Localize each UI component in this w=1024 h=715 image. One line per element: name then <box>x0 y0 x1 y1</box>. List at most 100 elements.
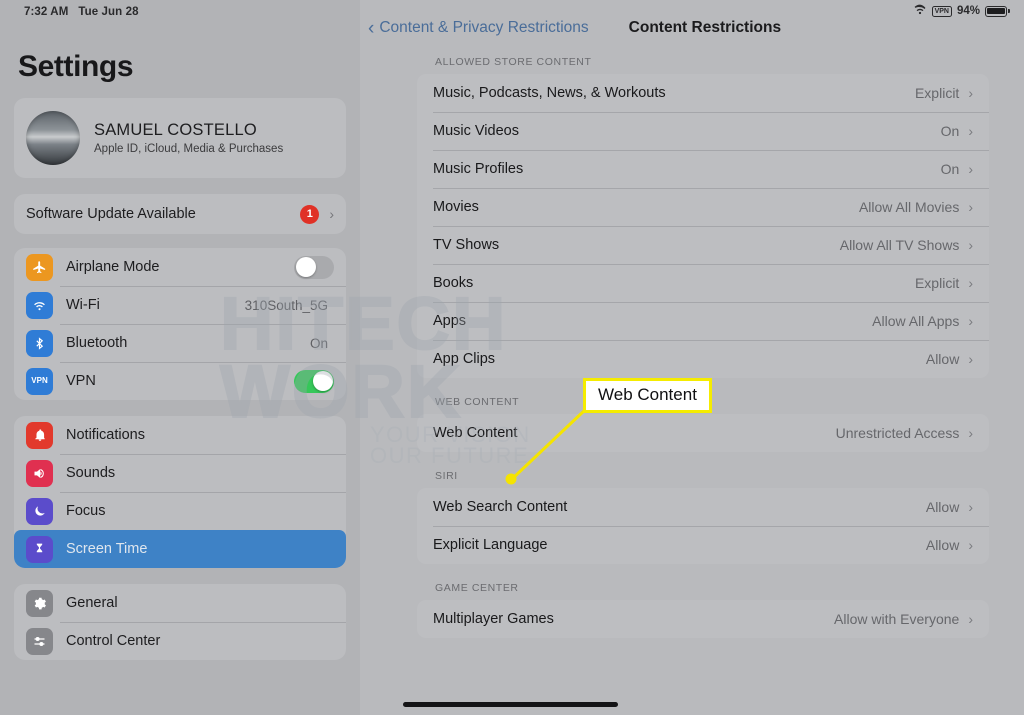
sidebar-group-system: Notifications Sounds Focus Screen Time <box>14 416 346 568</box>
table-row[interactable]: Music Videos On › <box>417 112 989 150</box>
table-row[interactable]: Multiplayer Games Allow with Everyone › <box>417 600 989 638</box>
chevron-left-icon: ‹ <box>368 17 375 39</box>
table-row[interactable]: App Clips Allow › <box>417 340 989 378</box>
sidebar-item-label: Bluetooth <box>66 335 128 351</box>
row-label: App Clips <box>433 351 496 367</box>
back-button-label: Content & Privacy Restrictions <box>379 19 589 36</box>
speaker-icon <box>26 459 53 487</box>
control-center-icon <box>26 627 53 655</box>
gear-icon <box>26 589 53 617</box>
callout-web-content: Web Content <box>583 378 712 413</box>
row-value: Allow All Apps <box>872 313 960 329</box>
table-row[interactable]: TV Shows Allow All TV Shows › <box>417 226 989 264</box>
apple-id-card[interactable]: SAMUEL COSTELLO Apple ID, iCloud, Media … <box>14 98 346 178</box>
sidebar-item-label: Screen Time <box>66 541 148 557</box>
wifi-network-value: 310South_5G <box>244 297 328 313</box>
row-label: Movies <box>433 199 479 215</box>
row-value: Explicit <box>914 85 960 101</box>
sidebar-item-label: Sounds <box>66 465 116 481</box>
chevron-right-icon: › <box>968 611 973 627</box>
vpn-toggle[interactable] <box>294 369 334 393</box>
row-label: Music Profiles <box>433 161 524 177</box>
chevron-right-icon: › <box>968 123 973 139</box>
table-row[interactable]: Web Search Content Allow › <box>417 488 989 526</box>
row-value: On <box>940 161 960 177</box>
chevron-right-icon: › <box>968 199 973 215</box>
page-title: Settings <box>18 50 134 83</box>
software-update-label: Software Update Available <box>26 206 196 222</box>
vpn-icon: VPN <box>26 367 53 395</box>
status-bar-right: VPN 94% <box>913 4 1010 18</box>
sidebar-item-general[interactable]: General <box>14 584 346 622</box>
sidebar-item-sounds[interactable]: Sounds <box>14 454 346 492</box>
sidebar-item-control-center[interactable]: Control Center <box>14 622 346 660</box>
status-badge: 1 <box>300 204 320 224</box>
row-value: On <box>940 123 960 139</box>
sidebar-item-focus[interactable]: Focus <box>14 492 346 530</box>
table-row[interactable]: Movies Allow All Movies › <box>417 188 989 226</box>
row-value: Allow <box>925 351 960 367</box>
chevron-right-icon: › <box>968 313 973 329</box>
sidebar-item-label: Airplane Mode <box>66 259 160 275</box>
profile-name: SAMUEL COSTELLO <box>94 121 257 139</box>
battery-icon <box>985 5 1010 17</box>
table-row-web-content[interactable]: Web Content Unrestricted Access › <box>417 414 989 452</box>
chevron-right-icon: › <box>968 85 973 101</box>
status-date: Tue Jun 28 <box>78 6 139 18</box>
section-header-game-center: GAME CENTER <box>435 582 519 594</box>
sidebar-item-notifications[interactable]: Notifications <box>14 416 346 454</box>
content-restrictions-pane: VPN 94% ‹ Content & Privacy Restrictions… <box>360 0 1024 715</box>
sidebar-item-label: VPN <box>66 373 96 389</box>
status-bar: 7:32 AM Tue Jun 28 <box>14 0 346 24</box>
sidebar-item-vpn[interactable]: VPN VPN <box>14 362 346 400</box>
sidebar-item-bluetooth[interactable]: Bluetooth On <box>14 324 346 362</box>
vpn-badge: VPN <box>931 5 952 17</box>
callout-label: Web Content <box>598 385 697 404</box>
airplane-icon <box>26 253 53 281</box>
sidebar-item-screen-time[interactable]: Screen Time <box>14 530 346 568</box>
settings-sidebar: 7:32 AM Tue Jun 28 Settings SAMUEL COSTE… <box>0 0 360 715</box>
profile-subtitle: Apple ID, iCloud, Media & Purchases <box>94 143 284 155</box>
chevron-right-icon: › <box>329 206 334 222</box>
row-value: Unrestricted Access <box>835 425 960 441</box>
software-update-card[interactable]: Software Update Available 1 › <box>14 194 346 234</box>
chevron-right-icon: › <box>968 161 973 177</box>
row-label: TV Shows <box>433 237 500 253</box>
settings-sections: ALLOWED STORE CONTENT Music, Podcasts, N… <box>360 56 1024 638</box>
list-siri: Web Search Content Allow › Explicit Lang… <box>417 488 989 564</box>
row-label: Explicit Language <box>433 537 548 553</box>
row-label: Web Search Content <box>433 499 568 515</box>
status-time: 7:32 AM <box>24 6 69 18</box>
sidebar-item-label: Notifications <box>66 427 145 443</box>
sidebar-item-wifi[interactable]: Wi-Fi 310South_5G <box>14 286 346 324</box>
sidebar-item-software-update[interactable]: Software Update Available 1 › <box>14 194 346 234</box>
row-label: Books <box>433 275 474 291</box>
ipad-settings-screen: 7:32 AM Tue Jun 28 Settings SAMUEL COSTE… <box>0 0 1024 715</box>
wifi-icon <box>913 4 927 18</box>
back-button[interactable]: ‹ Content & Privacy Restrictions <box>368 19 589 38</box>
sidebar-item-label: Control Center <box>66 633 161 649</box>
list-allowed-store-content: Music, Podcasts, News, & Workouts Explic… <box>417 74 989 378</box>
home-indicator <box>403 702 618 707</box>
row-value: Allow All TV Shows <box>839 237 960 253</box>
airplane-mode-toggle[interactable] <box>294 255 334 279</box>
profile-row[interactable]: SAMUEL COSTELLO Apple ID, iCloud, Media … <box>14 98 346 178</box>
list-game-center: Multiplayer Games Allow with Everyone › <box>417 600 989 638</box>
table-row[interactable]: Apps Allow All Apps › <box>417 302 989 340</box>
section-header-allowed-store-content: ALLOWED STORE CONTENT <box>435 56 592 68</box>
battery-percent: 94% <box>956 5 980 17</box>
hourglass-icon <box>26 535 53 563</box>
table-row[interactable]: Explicit Language Allow › <box>417 526 989 564</box>
table-row[interactable]: Music Profiles On › <box>417 150 989 188</box>
sidebar-item-label: Wi-Fi <box>66 297 100 313</box>
chevron-right-icon: › <box>968 275 973 291</box>
table-row[interactable]: Books Explicit › <box>417 264 989 302</box>
sidebar-item-airplane-mode[interactable]: Airplane Mode <box>14 248 346 286</box>
table-row[interactable]: Music, Podcasts, News, & Workouts Explic… <box>417 74 989 112</box>
chevron-right-icon: › <box>968 499 973 515</box>
avatar <box>26 111 80 165</box>
row-label: Web Content <box>433 425 518 441</box>
row-label: Music, Podcasts, News, & Workouts <box>433 85 666 101</box>
row-value: Allow All Movies <box>858 199 960 215</box>
row-label: Apps <box>433 313 467 329</box>
